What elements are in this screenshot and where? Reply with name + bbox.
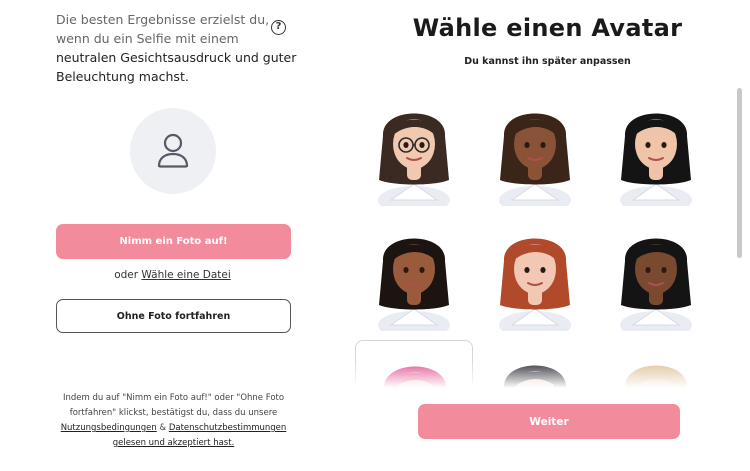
choose-file-link[interactable]: Wähle eine Datei [141, 269, 230, 281]
scrollbar[interactable] [737, 88, 742, 388]
avatar-option[interactable] [355, 88, 473, 214]
intro-muted: Die besten Ergebnisse erzielst du, wenn … [56, 12, 270, 46]
avatar-option[interactable] [476, 88, 594, 214]
avatar-option[interactable] [597, 213, 715, 339]
photo-placeholder [130, 108, 216, 194]
terms-notice: Indem du auf "Nimm ein Foto auf!" oder "… [56, 391, 291, 451]
intro-strong: neutralen Gesichtsausdruck und guter Bel… [56, 50, 297, 84]
avatar-image [620, 113, 692, 214]
take-photo-button[interactable]: Nimm ein Foto auf! [56, 224, 291, 259]
help-icon[interactable]: ? [271, 20, 286, 35]
intro-text: Die besten Ergebnisse erzielst du, wenn … [56, 10, 301, 86]
selfie-panel: Die besten Ergebnisse erzielst du, wenn … [0, 0, 345, 471]
avatar-title: Wähle einen Avatar [412, 14, 683, 42]
terms-link[interactable]: Nutzungsbedingungen [61, 423, 157, 433]
choose-file-row: oder Wähle eine Datei [0, 269, 345, 281]
avatar-grid [355, 88, 735, 388]
terms-text: Indem du auf "Nimm ein Foto auf!" oder "… [62, 393, 285, 418]
continue-without-photo-button[interactable]: Ohne Foto fortfahren [56, 299, 291, 333]
avatar-image [620, 238, 692, 339]
avatar-image [499, 238, 571, 339]
avatar-option[interactable] [597, 88, 715, 214]
avatar-image [499, 113, 571, 214]
grid-fade [355, 358, 735, 388]
avatar-image [378, 238, 450, 339]
continue-button[interactable]: Weiter [418, 404, 680, 439]
avatar-image [378, 113, 450, 214]
or-label: oder [114, 269, 139, 281]
scrollbar-thumb[interactable] [737, 88, 742, 258]
avatar-subtitle: Du kannst ihn später anpassen [464, 56, 631, 67]
avatar-panel: Wähle einen Avatar Du kannst ihn später … [345, 0, 750, 471]
avatar-option[interactable] [355, 213, 473, 339]
user-icon [157, 133, 189, 168]
terms-amp: & [159, 423, 167, 433]
avatar-option[interactable] [476, 213, 594, 339]
